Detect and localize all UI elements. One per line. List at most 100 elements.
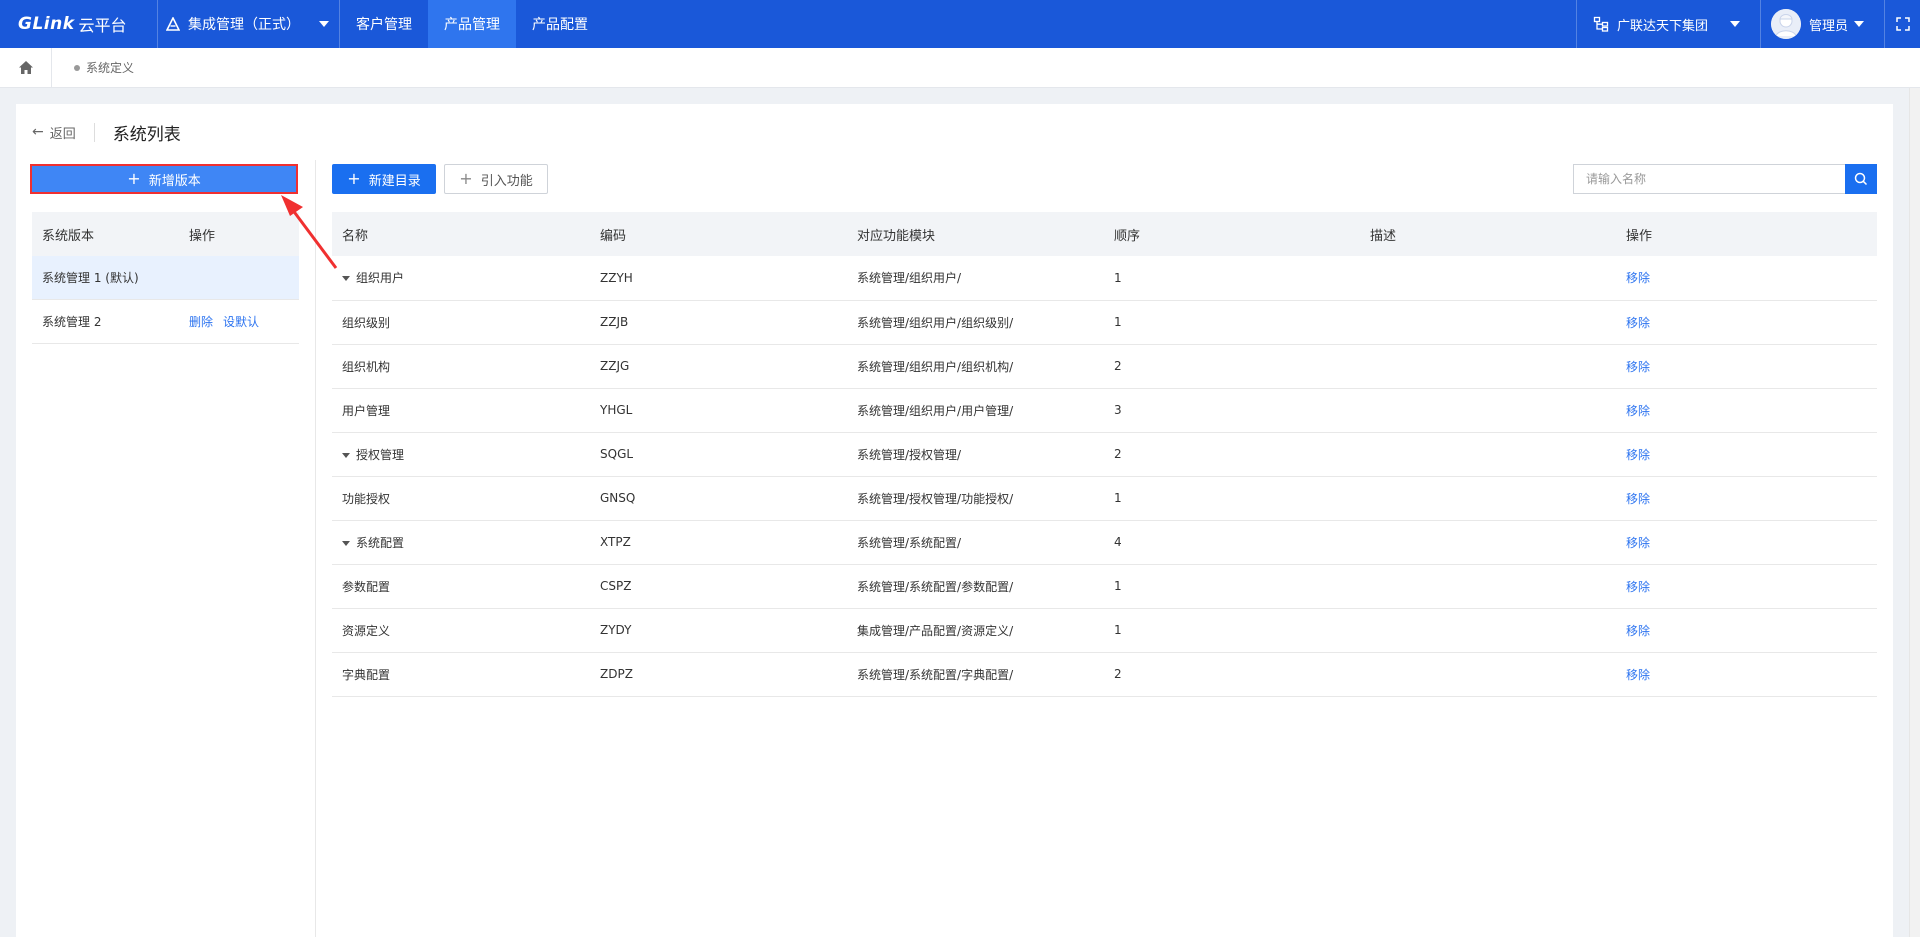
breadcrumb-item[interactable]: 系统定义 (52, 59, 134, 76)
remove-link[interactable]: 移除 (1626, 448, 1650, 462)
remove-link[interactable]: 移除 (1626, 580, 1650, 594)
cell-code: ZZYH (590, 256, 847, 301)
remove-link[interactable]: 移除 (1626, 316, 1650, 330)
remove-link[interactable]: 移除 (1626, 624, 1650, 638)
cell-code: XTPZ (590, 520, 847, 565)
cell-order: 1 (1104, 564, 1360, 609)
nav-item-product[interactable]: 产品管理 (428, 0, 516, 48)
home-button[interactable] (0, 47, 52, 88)
row-name: 组织级别 (342, 315, 391, 330)
cell-order: 1 (1104, 300, 1360, 345)
cell-order: 2 (1104, 432, 1360, 477)
breadcrumb: 系统定义 (0, 47, 1920, 88)
back-button[interactable]: ← 返回 (32, 122, 95, 142)
column-header-code: 编码 (590, 212, 847, 256)
row-name: 字典配置 (342, 667, 391, 682)
cell-code: GNSQ (590, 476, 847, 521)
remove-link[interactable]: 移除 (1626, 668, 1650, 682)
set-default-link[interactable]: 设默认 (223, 313, 259, 330)
cell-action: 移除 (1616, 344, 1877, 389)
cell-action: 移除 (1616, 652, 1877, 697)
cell-name: 资源定义 (332, 608, 590, 653)
cell-code: ZZJB (590, 300, 847, 345)
plus-icon: + (347, 169, 361, 188)
column-header-module: 对应功能模块 (847, 212, 1104, 256)
cell-name: 功能授权 (332, 476, 590, 521)
cell-action: 移除 (1616, 608, 1877, 653)
cell-code: ZDPZ (590, 652, 847, 697)
table-row: 组织用户 ZZYH 系统管理/组织用户/ 1 移除 (332, 256, 1877, 301)
caret-down-icon[interactable] (342, 452, 350, 458)
cell-code: ZYDY (590, 608, 847, 653)
remove-link[interactable]: 移除 (1626, 360, 1650, 374)
plus-icon: + (459, 169, 473, 188)
fullscreen-button[interactable] (1884, 0, 1920, 48)
app-switcher-label: 集成管理（正式） (188, 17, 300, 33)
brand-logo: GLink (18, 14, 75, 34)
plus-icon: + (127, 169, 141, 188)
search-box (1573, 164, 1877, 194)
caret-down-icon[interactable] (342, 276, 350, 282)
cell-desc (1360, 432, 1616, 477)
nav-item-label: 产品配置 (532, 17, 588, 33)
org-name: 广联达天下集团 (1617, 18, 1709, 34)
nav-item-label: 客户管理 (356, 17, 412, 33)
remove-link[interactable]: 移除 (1626, 536, 1650, 550)
version-actions: 删除 设默认 (189, 313, 299, 330)
row-name: 授权管理 (356, 447, 405, 462)
column-header-action: 操作 (189, 228, 216, 244)
remove-link[interactable]: 移除 (1626, 492, 1650, 506)
import-function-button[interactable]: + 引入功能 (444, 164, 548, 194)
search-button[interactable] (1845, 164, 1877, 194)
remove-link[interactable]: 移除 (1626, 404, 1650, 418)
top-right-area: 广联达天下集团 管理员 (1576, 0, 1920, 48)
user-avatar-icon (1771, 9, 1801, 39)
cell-desc (1360, 520, 1616, 565)
user-menu[interactable]: 管理员 (1760, 0, 1884, 48)
version-name: 系统管理 1 (默认) (42, 271, 139, 285)
table-row: 组织级别 ZZJB 系统管理/组织用户/组织级别/ 1 移除 (332, 300, 1877, 345)
new-directory-button[interactable]: + 新建目录 (332, 164, 436, 194)
page-title: 系统列表 (112, 124, 181, 145)
cell-order: 2 (1104, 652, 1360, 697)
cell-module: 系统管理/系统配置/参数配置/ (847, 564, 1104, 609)
version-panel: + 新增版本 系统版本 操作 系统管理 1 (默认) 系统管理 2 删除 设默认 (16, 160, 316, 937)
add-version-label: 新增版本 (148, 173, 201, 189)
chevron-down-icon (1730, 21, 1740, 27)
version-row[interactable]: 系统管理 1 (默认) (32, 256, 299, 300)
version-row[interactable]: 系统管理 2 删除 设默认 (32, 300, 299, 344)
search-input[interactable] (1573, 164, 1845, 194)
row-name: 用户管理 (342, 403, 391, 418)
back-label: 返回 (49, 126, 76, 142)
nav-item-customer[interactable]: 客户管理 (340, 0, 428, 48)
cell-module: 系统管理/组织用户/组织机构/ (847, 344, 1104, 389)
row-name: 组织用户 (356, 271, 405, 286)
cell-name: 参数配置 (332, 564, 590, 609)
add-version-button[interactable]: + 新增版本 (30, 164, 298, 194)
app-switcher[interactable]: 集成管理（正式） (158, 0, 340, 48)
remove-link[interactable]: 移除 (1626, 271, 1650, 285)
delete-link[interactable]: 删除 (189, 313, 213, 330)
cell-action: 移除 (1616, 432, 1877, 477)
main-card: ← 返回 系统列表 + 新增版本 系统版本 操作 系统管理 1 (默认) 系统管… (16, 104, 1893, 937)
version-name: 系统管理 2 (42, 315, 102, 329)
cell-name: 系统配置 (332, 520, 590, 565)
column-header-version: 系统版本 (42, 228, 95, 244)
page-scrollbar[interactable] (1909, 88, 1920, 937)
nav-item-product-config[interactable]: 产品配置 (516, 0, 604, 48)
table-row: 用户管理 YHGL 系统管理/组织用户/用户管理/ 3 移除 (332, 388, 1877, 433)
cell-order: 1 (1104, 476, 1360, 521)
dot-icon (74, 64, 80, 71)
org-switcher[interactable]: 广联达天下集团 (1576, 0, 1760, 48)
arrow-left-icon: ← (32, 124, 44, 140)
table-row: 字典配置 ZDPZ 系统管理/系统配置/字典配置/ 2 移除 (332, 652, 1877, 697)
caret-down-icon[interactable] (342, 540, 350, 546)
chevron-down-icon (319, 21, 329, 27)
top-navigation-bar: GLink 云平台 集成管理（正式） 客户管理 产品管理 产品配置 广联达天下集… (0, 0, 1920, 48)
cell-desc (1360, 256, 1616, 301)
cell-module: 系统管理/组织用户/ (847, 256, 1104, 301)
cell-desc (1360, 300, 1616, 345)
page-header: ← 返回 系统列表 (32, 120, 181, 145)
org-tree-icon (1593, 16, 1609, 32)
avatar (1771, 9, 1801, 39)
